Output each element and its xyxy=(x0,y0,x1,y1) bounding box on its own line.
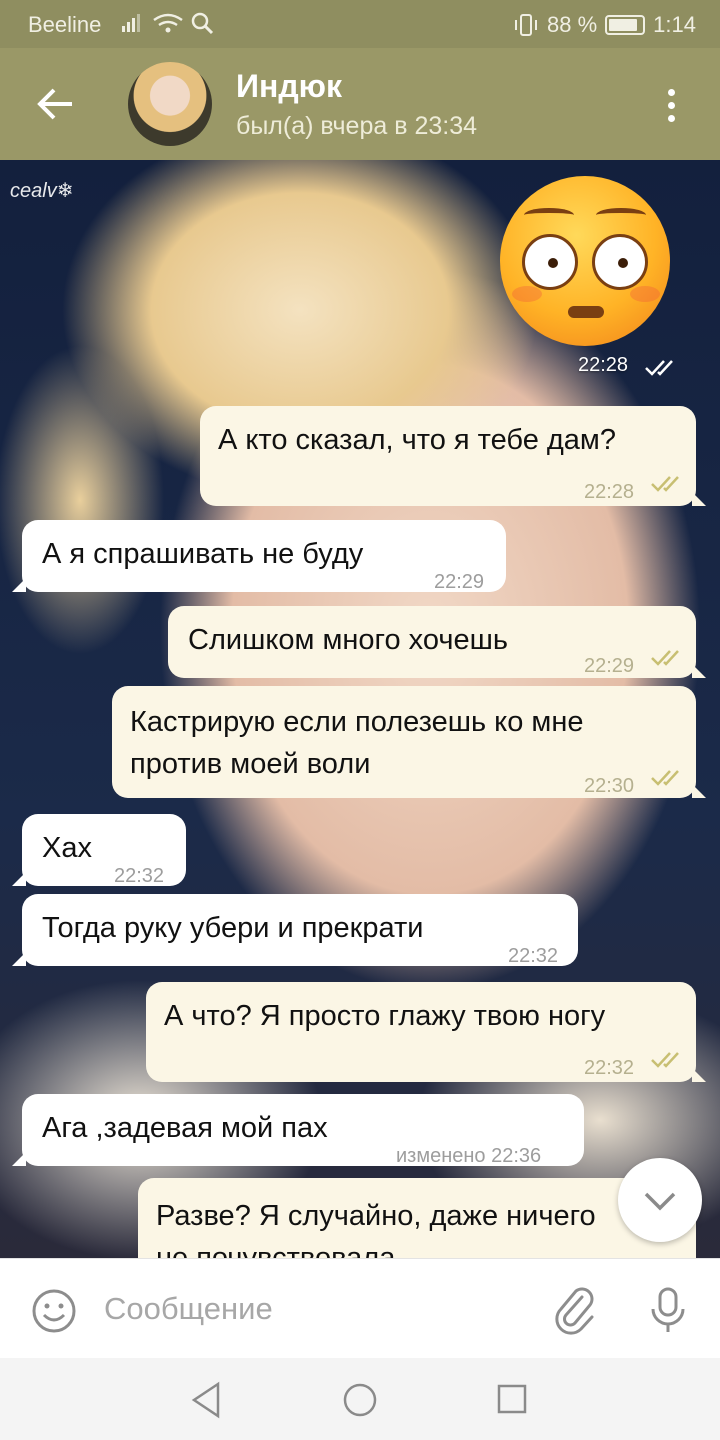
message-text: Ага ,задевая мой пах xyxy=(42,1112,328,1144)
outgoing-message[interactable]: Кастрирую если полезешь ко мне против мо… xyxy=(112,686,706,798)
message-time: 22:28 xyxy=(578,354,629,376)
chat-area[interactable]: cealv❄ 22:28 А кто сказал, что я тебе да… xyxy=(0,160,720,1258)
system-nav-bar xyxy=(0,1358,720,1440)
message-time: 22:30 xyxy=(584,775,635,797)
chevron-down-icon xyxy=(644,1192,676,1211)
message-text: А я спрашивать не буду xyxy=(42,538,364,570)
message-text: А кто сказал, что я тебе дам? xyxy=(218,424,616,456)
status-bar: Beeline 88 % 1:14 xyxy=(0,0,720,48)
incoming-message[interactable]: Тогда руку убери и прекрати 22:32 xyxy=(12,894,578,967)
signal-icon xyxy=(122,12,214,35)
message-time: 22:28 xyxy=(584,481,635,503)
outgoing-message[interactable]: А что? Я просто глажу твою ногу 22:32 xyxy=(146,982,706,1082)
wallpaper-watermark: cealv❄ xyxy=(10,180,74,202)
message-composer: Сообщение xyxy=(0,1258,720,1358)
message-text-line: не почувствовала xyxy=(156,1242,396,1258)
chat-title[interactable]: Индюк xyxy=(236,68,342,105)
message-text-line: Разве? Я случайно, даже ничего xyxy=(156,1200,596,1232)
circle-home-icon[interactable] xyxy=(340,1380,380,1420)
triangle-back-icon[interactable] xyxy=(188,1380,224,1420)
battery-icon xyxy=(605,15,646,35)
scroll-to-bottom-button[interactable] xyxy=(618,1158,702,1242)
vibrate-icon xyxy=(515,14,538,36)
smile-icon[interactable] xyxy=(30,1287,78,1335)
message-time: 22:29 xyxy=(584,655,635,677)
double-check-icon xyxy=(645,360,673,376)
clock: 1:14 xyxy=(653,12,696,37)
outgoing-message[interactable]: А кто сказал, что я тебе дам? 22:28 xyxy=(200,406,706,506)
double-check-icon xyxy=(651,1052,679,1068)
status-right: 88 % 1:14 xyxy=(513,12,696,38)
signal-wifi-icons xyxy=(120,10,230,42)
incoming-message[interactable]: А я спрашивать не буду 22:29 xyxy=(12,520,506,593)
double-check-icon xyxy=(651,476,679,492)
back-button[interactable] xyxy=(30,78,82,130)
double-check-icon xyxy=(651,770,679,786)
outgoing-message[interactable]: Слишком много хочешь 22:29 xyxy=(168,606,706,678)
incoming-message[interactable]: Хах 22:32 xyxy=(12,814,186,887)
message-text: Слишком много хочешь xyxy=(188,624,508,656)
message-text: Хах xyxy=(42,832,92,864)
paperclip-icon[interactable] xyxy=(552,1285,600,1335)
message-text: А что? Я просто глажу твою ногу xyxy=(164,1000,606,1032)
message-time: 22:32 xyxy=(508,945,559,967)
message-time: 22:32 xyxy=(114,865,165,887)
square-recents-icon[interactable] xyxy=(494,1380,530,1420)
message-text-line: Кастрирую если полезешь ко мне xyxy=(130,706,584,738)
message-time: 22:32 xyxy=(584,1057,635,1079)
arrow-left-icon xyxy=(37,88,72,120)
battery-percent: 88 % xyxy=(547,12,598,37)
microphone-icon[interactable] xyxy=(648,1285,688,1335)
message-text-line: против моей воли xyxy=(130,748,371,780)
message-time-edited: изменено 22:36 xyxy=(396,1145,542,1167)
message-time: 22:29 xyxy=(434,571,485,593)
carrier-name: Beeline xyxy=(28,12,102,37)
more-vertical-icon xyxy=(667,89,675,96)
more-menu-button[interactable] xyxy=(656,86,686,126)
sticker-message[interactable] xyxy=(500,176,674,350)
avatar[interactable] xyxy=(128,62,212,146)
incoming-message[interactable]: Ага ,задевая мой пах изменено 22:36 xyxy=(12,1094,584,1167)
double-check-icon xyxy=(651,650,679,666)
chat-header: Индюк был(а) вчера в 23:34 xyxy=(0,48,720,160)
last-seen-status: был(а) вчера в 23:34 xyxy=(236,112,478,140)
flushed-face-emoji-icon xyxy=(500,176,670,346)
outgoing-message[interactable]: Разве? Я случайно, даже ничего не почувс… xyxy=(138,1178,696,1258)
message-input[interactable]: Сообщение xyxy=(104,1291,273,1327)
message-text: Тогда руку убери и прекрати xyxy=(42,912,424,944)
